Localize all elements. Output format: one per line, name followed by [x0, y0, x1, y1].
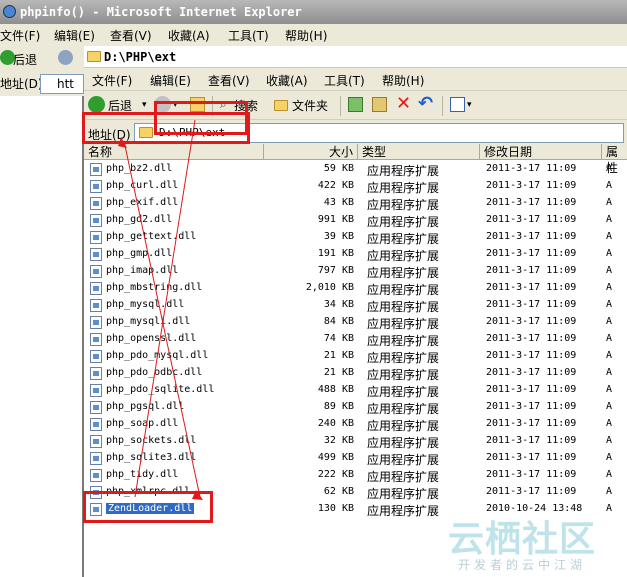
watermark-logo: 云栖社区 — [448, 519, 597, 560]
watermark-tagline: 开发者的云中江湖 — [458, 558, 587, 572]
annotation-arrowhead — [118, 137, 127, 148]
annotation-arrows — [118, 119, 203, 500]
annotation-arrow-line — [134, 119, 196, 498]
annotation-arrow-line — [123, 140, 201, 498]
annotation-arrowhead — [192, 490, 203, 500]
